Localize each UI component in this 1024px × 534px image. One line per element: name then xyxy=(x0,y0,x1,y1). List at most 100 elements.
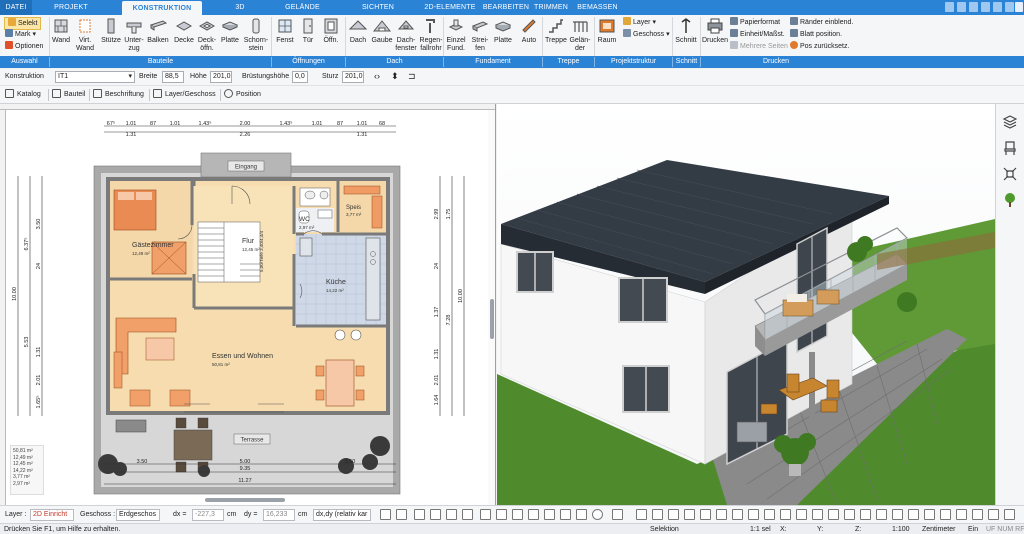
quick-access-icon[interactable] xyxy=(969,2,978,12)
girder-button[interactable]: Balken xyxy=(146,17,170,45)
tab-datei[interactable]: DATEI xyxy=(0,0,32,15)
tab-3d[interactable]: 3D xyxy=(222,0,258,15)
snap-icon[interactable] xyxy=(430,509,441,520)
layer-select[interactable]: 2D Einricht xyxy=(30,509,74,521)
tab-projekt[interactable]: PROJEKT xyxy=(46,0,96,15)
snap-icon[interactable] xyxy=(396,509,407,520)
view-icon[interactable] xyxy=(876,509,887,520)
strip-foundation-button[interactable]: Strei-fen xyxy=(469,17,491,53)
quick-access-icon[interactable] xyxy=(945,2,954,12)
roof-window-button[interactable]: Dach-fenster xyxy=(394,17,418,53)
view-icon[interactable] xyxy=(748,509,759,520)
options-button[interactable]: Optionen xyxy=(5,41,43,52)
section-button[interactable]: Schnitt xyxy=(674,17,698,45)
view-icon[interactable] xyxy=(844,509,855,520)
dy-input[interactable]: 16,233 xyxy=(263,509,295,521)
quick-access-icon[interactable] xyxy=(981,2,990,12)
snap-icon[interactable] xyxy=(380,509,391,520)
view-icon[interactable] xyxy=(860,509,871,520)
show-margins-button[interactable]: Ränder einblend. xyxy=(790,17,853,28)
snap-icon[interactable] xyxy=(480,509,491,520)
floor-plan-view[interactable]: 67⁵ 1.01 87 1.01 1.43⁵ 2.00 1.43⁵ 1.01 8… xyxy=(0,104,496,505)
downpipe-button[interactable]: Regen-fallrohr xyxy=(418,17,444,53)
print-button[interactable]: Drucken xyxy=(702,17,728,45)
railing-button[interactable]: Gelän-der xyxy=(569,17,591,53)
ceiling-button[interactable]: Decke xyxy=(173,17,195,45)
column-button[interactable]: Stütze xyxy=(100,17,122,45)
storey-button[interactable]: Geschoss ▾ xyxy=(623,29,670,40)
view-icon[interactable] xyxy=(636,509,647,520)
view-icon[interactable] xyxy=(796,509,807,520)
catalog-button[interactable]: Katalog xyxy=(5,89,41,98)
stairs-button[interactable]: Treppe xyxy=(544,17,568,45)
annotation-icon[interactable]: ⊐ xyxy=(408,71,416,82)
tab-bearbeiten[interactable]: BEARBEITEN xyxy=(481,0,531,15)
view-icon[interactable] xyxy=(972,509,983,520)
view-icon[interactable] xyxy=(956,509,967,520)
chair-icon[interactable] xyxy=(1002,140,1018,156)
lintel-input[interactable]: 201,0 xyxy=(342,71,364,83)
width-input[interactable]: 88,5 xyxy=(162,71,184,83)
flip-horizontal-icon[interactable]: ‹› xyxy=(374,71,380,81)
layer-storey-button[interactable]: Layer/Geschoss xyxy=(153,89,216,98)
tree-icon[interactable] xyxy=(1002,192,1018,208)
auto-foundation-button[interactable]: Auto xyxy=(518,17,540,45)
multiple-pages-button[interactable]: Mehrere Seiten xyxy=(730,41,788,52)
foundation-slab-button[interactable]: Platte xyxy=(492,17,514,45)
ceiling-opening-button[interactable]: Deck-öffn. xyxy=(196,17,218,53)
tab-2d-elemente[interactable]: 2D-ELEMENTE xyxy=(420,0,480,15)
snap-icon[interactable] xyxy=(512,509,523,520)
snap-icon[interactable] xyxy=(576,509,587,520)
snap-icon[interactable] xyxy=(446,509,457,520)
view-icon[interactable] xyxy=(988,509,999,520)
plan-horizontal-scroll-thumb[interactable] xyxy=(205,498,285,502)
snap-icon[interactable] xyxy=(462,509,473,520)
snap-icon[interactable] xyxy=(612,509,623,520)
position-button[interactable]: Position xyxy=(224,89,261,98)
3d-view[interactable] xyxy=(497,104,995,505)
mark-button[interactable]: Mark ▾ xyxy=(5,29,36,40)
view-icon[interactable] xyxy=(828,509,839,520)
view-icon[interactable] xyxy=(668,509,679,520)
north-icon[interactable] xyxy=(592,509,603,520)
layer-button[interactable]: Layer ▾ xyxy=(623,17,656,28)
view-icon[interactable] xyxy=(764,509,775,520)
wall-button[interactable]: Wand xyxy=(51,17,71,45)
snap-icon[interactable] xyxy=(560,509,571,520)
chimney-button[interactable]: Schorn-stein xyxy=(243,17,269,53)
labeling-button[interactable]: Beschriftung xyxy=(93,89,144,98)
snap-icon[interactable] xyxy=(528,509,539,520)
3d-canvas[interactable] xyxy=(497,104,995,505)
view-icon[interactable] xyxy=(684,509,695,520)
slab-button[interactable]: Platte xyxy=(219,17,241,45)
view-icon[interactable] xyxy=(732,509,743,520)
sill-height-input[interactable]: 0,0 xyxy=(292,71,308,83)
coordinate-mode-select[interactable]: dx,dy (relativ kar xyxy=(313,509,371,521)
window-button[interactable]: Fenst xyxy=(274,17,296,45)
close-icon[interactable] xyxy=(1015,2,1023,12)
view-icon[interactable] xyxy=(924,509,935,520)
view-icon[interactable] xyxy=(892,509,903,520)
layers-3d-icon[interactable] xyxy=(1002,114,1018,130)
storey-select[interactable]: Erdgeschos xyxy=(116,509,160,521)
tab-konstruktion[interactable]: KONSTRUKTION xyxy=(122,1,202,15)
snap-icon[interactable] xyxy=(496,509,507,520)
view-icon[interactable] xyxy=(1004,509,1015,520)
plan-vertical-scroll-thumb[interactable] xyxy=(490,299,494,339)
minimize-icon[interactable] xyxy=(993,2,1002,12)
quick-access-icon[interactable] xyxy=(957,2,966,12)
move-3d-icon[interactable] xyxy=(1002,166,1018,182)
paper-format-button[interactable]: Papierformat xyxy=(730,17,780,28)
sheet-position-button[interactable]: Blatt position. xyxy=(790,29,842,40)
tab-bemassen[interactable]: BEMASSEN xyxy=(575,0,620,15)
view-icon[interactable] xyxy=(700,509,711,520)
door-button[interactable]: Tür xyxy=(298,17,318,45)
reset-position-button[interactable]: Pos zurücksetz. xyxy=(790,41,849,52)
floor-plan-canvas[interactable]: 67⁵ 1.01 87 1.01 1.43⁵ 2.00 1.43⁵ 1.01 8… xyxy=(0,104,496,505)
flip-vertical-icon[interactable]: ⬍ xyxy=(391,71,399,82)
tab-sichten[interactable]: SICHTEN xyxy=(354,0,402,15)
roof-button[interactable]: Dach xyxy=(347,17,369,45)
single-foundation-button[interactable]: Einzel Fund. xyxy=(445,17,467,53)
tab-gelaende[interactable]: GELÄNDE xyxy=(275,0,330,15)
element-type-select[interactable]: IT1 ▾ xyxy=(55,71,135,83)
